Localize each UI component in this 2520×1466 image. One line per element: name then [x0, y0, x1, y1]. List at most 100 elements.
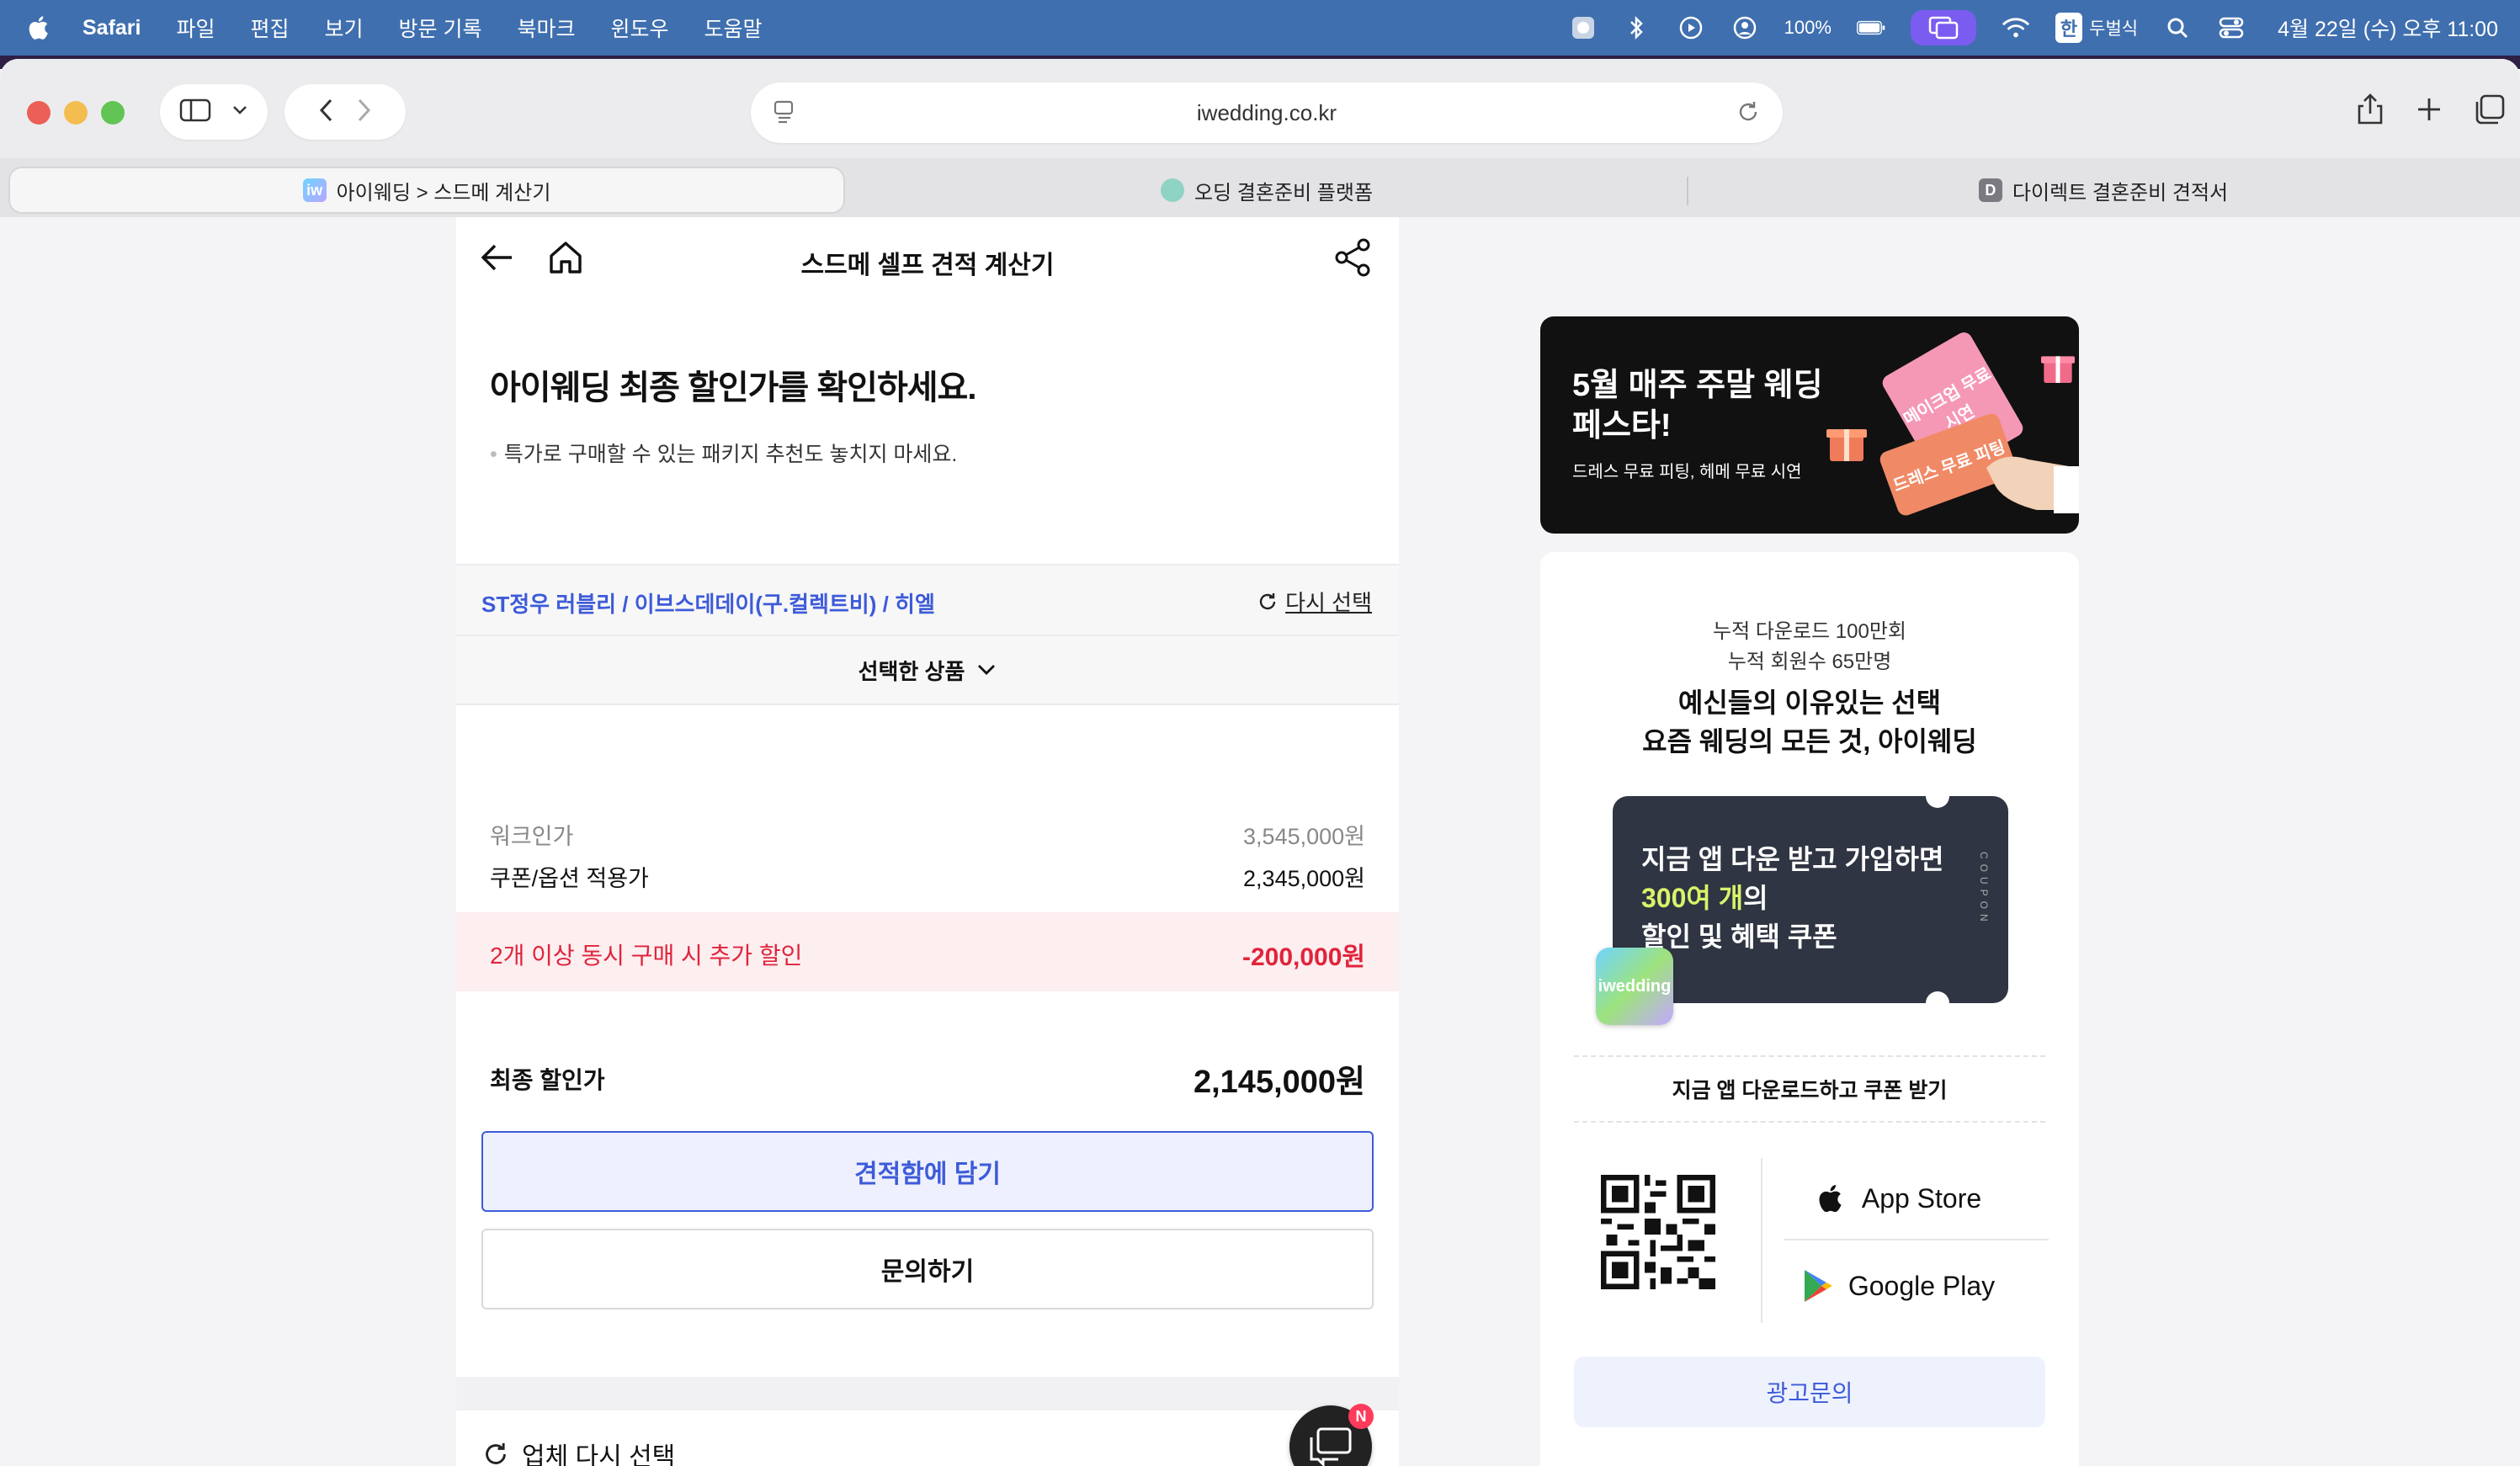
multi-discount-value: -200,000원: [1241, 943, 1365, 971]
coupon-line-2-suffix: 의: [1743, 883, 1768, 913]
app-store-button[interactable]: App Store: [1784, 1165, 2012, 1232]
menubar-datetime[interactable]: 4월 22일 (수) 오후 11:00: [2278, 13, 2498, 43]
back-icon[interactable]: [317, 97, 336, 128]
walkin-price-row: 워크인가 3,545,000원: [490, 818, 1365, 851]
user-icon[interactable]: [1731, 13, 1759, 42]
menu-view[interactable]: 보기: [325, 13, 364, 43]
menubar: Safari 파일 편집 보기 방문 기록 북마크 윈도우 도움말 100% 한…: [0, 0, 2520, 56]
safari-window: iwedding.co.kr iw 아이웨딩 > 스드메 계산기 오딩 결혼준비…: [0, 59, 2520, 1466]
ad-inquiry-button[interactable]: 광고문의: [1574, 1357, 2045, 1427]
coupon-notch: [1926, 991, 1949, 1015]
section-divider: [456, 1377, 1399, 1410]
tagline-2: 요즘 웨딩의 모든 것, 아이웨딩: [1642, 726, 1977, 757]
minimize-window-button[interactable]: [64, 101, 88, 125]
qr-code: [1601, 1175, 1715, 1289]
new-tab-icon[interactable]: [2412, 93, 2446, 126]
input-source-badge: 한: [2055, 13, 2083, 43]
coupon-price-label: 쿠폰/옵션 적용가: [490, 866, 649, 891]
dashed-divider: [1574, 1055, 2045, 1057]
menu-history[interactable]: 방문 기록: [399, 13, 482, 43]
menu-app-name[interactable]: Safari: [82, 16, 141, 40]
oding-favicon-icon: [1160, 178, 1184, 202]
tab-separator: [1687, 177, 1688, 205]
coupon-notch: [1926, 784, 1949, 808]
tab-direct-estimate[interactable]: D 다이렉트 결혼준비 견적서: [1692, 167, 2515, 214]
url-text[interactable]: iwedding.co.kr: [1197, 100, 1337, 126]
wedding-festa-banner[interactable]: 5월 매주 주말 웨딩 페스타! 드레스 무료 피팅, 헤메 무료 시연 메이크…: [1540, 316, 2079, 534]
calculator-header: 스드메 셀프 견적 계산기: [456, 217, 1399, 301]
dashed-divider: [1574, 1121, 2045, 1123]
tab-iwedding-calculator[interactable]: iw 아이웨딩 > 스드메 계산기: [8, 167, 845, 214]
wifi-icon[interactable]: [2002, 13, 2030, 42]
input-source[interactable]: 한 두벌식: [2055, 13, 2138, 43]
final-price-label: 최종 할인가: [490, 1067, 605, 1093]
direct-favicon-icon: D: [1978, 178, 2002, 202]
menu-window[interactable]: 윈도우: [611, 13, 669, 43]
app-store-label: App Store: [1861, 1182, 1982, 1214]
vendor-reselect-link[interactable]: 업체 다시 선택: [481, 1436, 675, 1466]
selected-products-label: 선택한 상품: [858, 658, 965, 684]
chat-icon: [1310, 1427, 1352, 1466]
selected-vendors-row: ST정우 러블리 / 이브스데데이(구.컬렉트비) / 히엘 다시 선택: [456, 564, 1399, 636]
google-play-icon: [1804, 1270, 1832, 1302]
selected-vendor-names: ST정우 러블리 / 이브스데데이(구.컬렉트비) / 히엘: [481, 592, 935, 617]
main-heading: 아이웨딩 최종 할인가를 확인하세요.: [490, 369, 976, 406]
reselect-label: 다시 선택: [1285, 590, 1372, 615]
zoom-window-button[interactable]: [101, 101, 125, 125]
google-play-button[interactable]: Google Play: [1784, 1252, 2012, 1320]
chevron-down-icon: [978, 665, 996, 675]
tagline-1: 예신들의 이유있는 선택: [1677, 688, 1942, 718]
coupon-price-row: 쿠폰/옵션 적용가 2,345,000원: [490, 860, 1365, 893]
refresh-icon: [1259, 592, 1276, 609]
battery-icon[interactable]: [1856, 13, 1885, 42]
screen-record-icon[interactable]: [1569, 13, 1598, 42]
sub-note-text: 특가로 구매할 수 있는 패키지 추천도 놓치지 마세요.: [503, 443, 958, 466]
tab-oding-platform[interactable]: 오딩 결혼준비 플랫폼: [850, 167, 1683, 214]
reselect-link[interactable]: 다시 선택: [1257, 586, 1372, 617]
download-cta: 지금 앱 다운로드하고 쿠폰 받기: [1672, 1079, 1948, 1102]
chat-notification-badge: N: [1348, 1404, 1374, 1429]
final-price: 2,145,000원: [1193, 1065, 1365, 1100]
menu-help[interactable]: 도움말: [704, 13, 763, 43]
chevron-down-icon[interactable]: [231, 104, 248, 120]
menubar-status-area: 100% 한 두벌식 4월 22일 (수) 오후 11:00: [1569, 0, 2498, 56]
coupon-text: 지금 앱 다운 받고 가입하면 300여 개의 할인 및 혜택 쿠폰: [1641, 840, 1943, 956]
member-count: 누적 회원수 65만명: [1727, 651, 1892, 673]
menu-edit[interactable]: 편집: [251, 13, 290, 43]
address-bar[interactable]: iwedding.co.kr: [751, 82, 1783, 143]
forward-icon[interactable]: [354, 97, 373, 128]
page-content: 스드메 셀프 견적 계산기 아이웨딩 최종 할인가를 확인하세요. • 특가로 구…: [0, 217, 2520, 1466]
menu-bookmarks[interactable]: 북마크: [517, 13, 575, 43]
selected-products-toggle[interactable]: 선택한 상품: [456, 636, 1399, 705]
tab-label: 아이웨딩 > 스드메 계산기: [336, 181, 551, 204]
browser-toolbar: iwedding.co.kr: [0, 59, 2520, 158]
gift-icon: [1826, 429, 1867, 461]
play-icon[interactable]: [1677, 13, 1705, 42]
multi-discount-label: 2개 이상 동시 구매 시 추가 할인: [490, 943, 803, 969]
banner-title: 5월 매주 주말 웨딩 페스타!: [1572, 368, 1823, 444]
menu-file[interactable]: 파일: [176, 13, 215, 43]
chat-button[interactable]: N: [1289, 1404, 1374, 1466]
reload-icon[interactable]: [1736, 99, 1761, 130]
multi-purchase-discount-row: 2개 이상 동시 구매 시 추가 할인 -200,000원: [456, 912, 1399, 991]
banner-subtitle: 드레스 무료 피팅, 헤메 무료 시연: [1572, 463, 1802, 481]
close-window-button[interactable]: [27, 101, 51, 125]
share-icon[interactable]: [1333, 237, 1374, 282]
input-method-label: 두벌식: [2089, 19, 2139, 39]
download-count: 누적 다운로드 100만회: [1712, 620, 1907, 643]
inquire-button[interactable]: 문의하기: [481, 1229, 1374, 1309]
control-center-icon[interactable]: [2217, 13, 2246, 42]
screen-mirroring-icon[interactable]: [1910, 10, 1976, 45]
apple-icon[interactable]: [25, 13, 54, 42]
coupon-line-2: 300여 개의: [1641, 879, 1943, 917]
coupon-side-label: COUPON: [1978, 852, 1990, 927]
page-menu-icon[interactable]: [773, 99, 796, 130]
share-icon[interactable]: [2353, 93, 2387, 126]
tab-overview-icon[interactable]: [2473, 93, 2507, 126]
sidebar-icon[interactable]: [179, 98, 213, 127]
spotlight-search-icon[interactable]: [2163, 13, 2192, 42]
horizontal-divider: [1784, 1239, 2049, 1240]
coupon-price: 2,345,000원: [1243, 866, 1365, 891]
add-to-estimate-button[interactable]: 견적함에 담기: [481, 1131, 1374, 1212]
bluetooth-icon[interactable]: [1623, 13, 1651, 42]
